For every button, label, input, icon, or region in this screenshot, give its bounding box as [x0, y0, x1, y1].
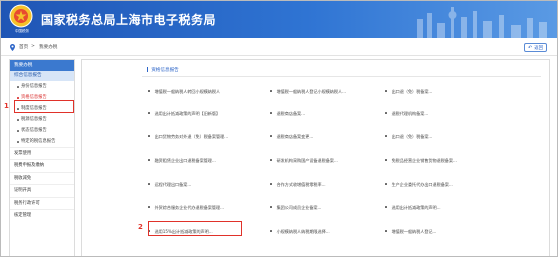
bullet-icon	[17, 97, 19, 99]
emblem-caption: 中国税务	[15, 29, 29, 33]
bullet-icon	[270, 183, 272, 185]
bullet-icon	[148, 206, 150, 208]
bullet-icon	[148, 112, 150, 114]
bullet-icon	[270, 206, 272, 208]
page-frame: 中国税务 国家税务总局上海市电子税务局 首页 > 我要办税 ↶ 返回 我要办税 …	[0, 0, 558, 257]
service-link[interactable]: 研发机构采购国产设备退税备案...	[270, 158, 338, 164]
service-link[interactable]: 出口退（免）税备案...	[385, 134, 432, 140]
breadcrumb-separator: >	[31, 44, 35, 49]
service-link[interactable]: 退税商店备案变更...	[270, 134, 313, 140]
bullet-icon	[385, 206, 387, 208]
sidebar-item-label: 状态信息报告	[21, 128, 47, 133]
bullet-icon	[385, 112, 387, 114]
back-button-label: 返回	[534, 46, 543, 51]
service-link[interactable]: 选用出计抵减政策的声明【旧新版】	[148, 111, 220, 117]
divider	[142, 76, 541, 77]
service-link[interactable]: 远程代理出口备案...	[148, 182, 191, 188]
annotation-highlight-2	[148, 221, 242, 236]
sidebar: 我要办税 综合信息报告 身份信息报告 资格信息报告 制度信息报告 税源信息报告 …	[9, 59, 75, 256]
sidebar-item-specific-tax-report[interactable]: 特定的税信息报告	[10, 136, 74, 147]
service-link[interactable]: 退税代理机构备案...	[385, 111, 428, 117]
bullet-icon	[385, 183, 387, 185]
location-pin-icon	[10, 44, 15, 51]
service-link[interactable]: 生产企业委托代办出口退税备案...	[385, 182, 453, 188]
bullet-icon	[17, 86, 19, 88]
sidebar-item-label: 身份信息报告	[21, 84, 47, 89]
sidebar-item-identity-report[interactable]: 身份信息报告	[10, 81, 74, 92]
bullet-icon	[270, 230, 272, 232]
site-title: 国家税务总局上海市电子税务局	[41, 13, 217, 27]
annotation-marker-2: 2	[138, 223, 143, 231]
service-link[interactable]: 融资租赁企业出口退税备案管理...	[148, 158, 216, 164]
section-title: 资格信息报告	[147, 67, 179, 73]
service-link[interactable]: 外贸综合服务企业代办退税备案管理...	[148, 205, 224, 211]
sidebar-item-admin-permit[interactable]: 税务行政许可	[10, 196, 74, 209]
sidebar-item-assessment[interactable]: 核定管理	[10, 208, 74, 221]
bullet-icon	[17, 119, 19, 121]
service-link[interactable]: 合作方式收增值税零税率...	[270, 182, 326, 188]
sidebar-item-invoice-use[interactable]: 发票使用	[10, 147, 74, 159]
breadcrumb-home-link[interactable]: 首页	[19, 44, 28, 50]
sidebar-group-comprehensive-report[interactable]: 综合信息报告	[10, 71, 74, 81]
breadcrumb-current: 我要办税	[39, 45, 58, 50]
sidebar-item-tax-source-report[interactable]: 税源信息报告	[10, 114, 74, 125]
service-link[interactable]: 选用出计抵减政策的声明...	[385, 205, 441, 211]
tax-emblem-icon	[9, 4, 33, 28]
sidebar-item-tax-filing[interactable]: 税费申报及缴纳	[10, 159, 74, 171]
service-link[interactable]: 免税品经营企业销售货物退税备案...	[385, 158, 457, 164]
annotation-highlight-1	[14, 100, 74, 113]
sidebar-item-tax-relief[interactable]: 税收减免	[10, 171, 74, 184]
service-link[interactable]: 增值税一般纳税人转回小规模纳税人	[148, 89, 220, 95]
bullet-icon	[270, 90, 272, 92]
site-header: 中国税务 国家税务总局上海市电子税务局	[1, 1, 557, 38]
bullet-icon	[385, 159, 387, 161]
annotation-marker-1: 1	[4, 102, 9, 110]
bullet-icon	[385, 135, 387, 137]
sidebar-item-certificate[interactable]: 证明开具	[10, 184, 74, 196]
sidebar-item-status-report[interactable]: 状态信息报告	[10, 125, 74, 136]
sidebar-item-label: 特定的税信息报告	[21, 139, 56, 144]
service-link[interactable]: 出口货物劳务对外退（免）税备案管理...	[148, 134, 228, 140]
bullet-icon	[385, 230, 387, 232]
bullet-icon	[385, 90, 387, 92]
service-link[interactable]: 退税商店备案...	[270, 111, 305, 117]
sidebar-item-label: 税源信息报告	[21, 117, 47, 122]
breadcrumb: 首页 > 我要办税 ↶ 返回	[1, 41, 557, 56]
bullet-icon	[17, 130, 19, 132]
service-link[interactable]: 增值税一般纳税人登记小规模纳税人...	[270, 89, 346, 95]
sidebar-heading[interactable]: 我要办税	[10, 60, 74, 71]
service-link[interactable]: 小规模纳税人纳税期限选择...	[270, 229, 330, 235]
bullet-icon	[148, 90, 150, 92]
title-accent-bar	[147, 67, 149, 72]
service-link[interactable]: 增值税一般纳税人登记...	[385, 229, 436, 235]
bullet-icon	[148, 183, 150, 185]
bullet-icon	[17, 141, 19, 143]
service-link[interactable]: 集团公司成员企业备案...	[270, 205, 321, 211]
back-arrow-icon: ↶	[528, 45, 533, 51]
bullet-icon	[148, 135, 150, 137]
bullet-icon	[148, 159, 150, 161]
bullet-icon	[270, 112, 272, 114]
back-button[interactable]: ↶ 返回	[524, 43, 547, 52]
bullet-icon	[270, 159, 272, 161]
service-link[interactable]: 出口退（免）税备案...	[385, 89, 432, 95]
skyline-decoration	[417, 7, 547, 38]
bullet-icon	[270, 135, 272, 137]
